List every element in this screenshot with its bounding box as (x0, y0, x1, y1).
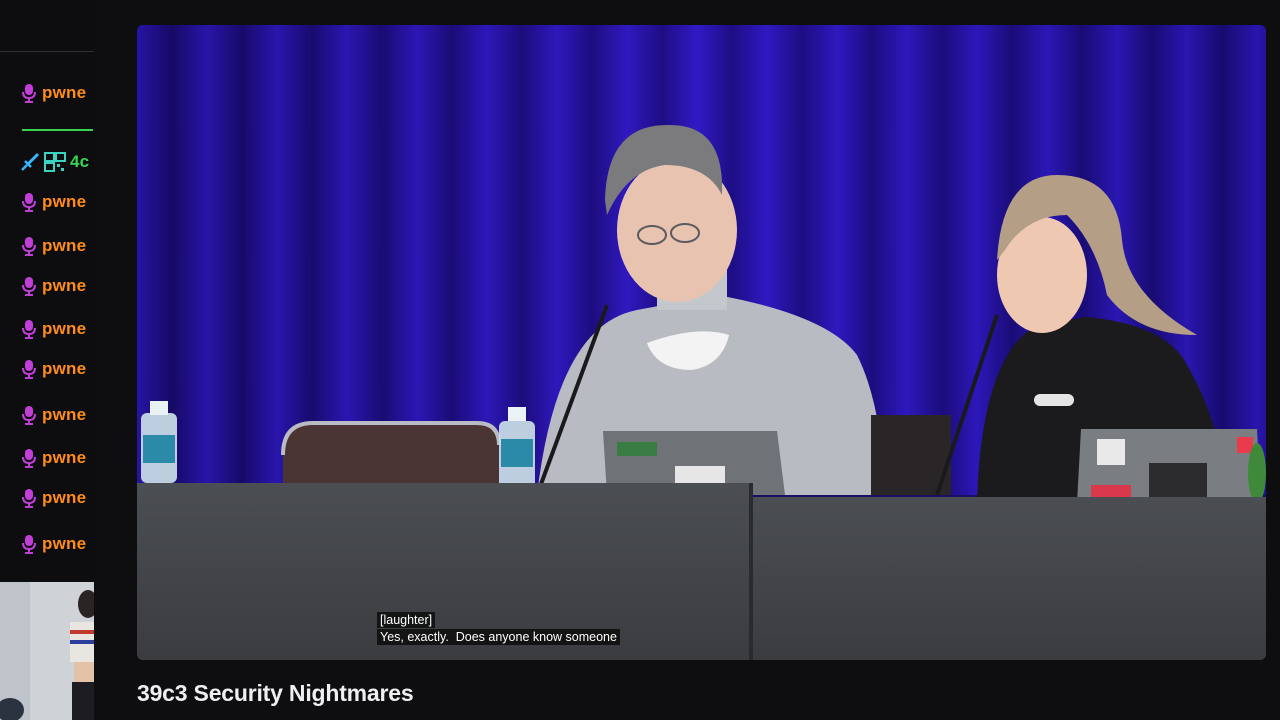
chat-message[interactable]: pwne (20, 318, 94, 340)
chat-username[interactable]: pwne (42, 236, 86, 256)
chat-username[interactable]: 4c (70, 152, 89, 172)
chat-username[interactable]: pwne (42, 83, 86, 103)
microphone-icon (22, 535, 36, 554)
caption-line: [laughter] (377, 612, 436, 628)
chat-message[interactable]: pwne (20, 487, 94, 509)
video-frame (137, 25, 1266, 660)
microphone-icon (22, 449, 36, 468)
video-title: 39c3 Security Nightmares (137, 680, 414, 706)
sword-icon (21, 152, 40, 171)
microphone-icon (22, 406, 36, 425)
chat-message[interactable]: pwne (20, 404, 94, 426)
chat-message[interactable]: 4c (20, 151, 94, 173)
microphone-icon (22, 320, 36, 339)
chat-divider (22, 129, 93, 131)
chat-message[interactable]: pwne (20, 447, 94, 469)
chat-username[interactable]: pwne (42, 534, 86, 554)
chat-username[interactable]: pwne (42, 192, 86, 212)
qr-code-icon (44, 152, 66, 172)
video-player[interactable]: [laughter] Yes, exactly. Does anyone kno… (137, 25, 1266, 660)
chat-panel: pwne 4c pwne pwne pwne pwne pwne pwne pw… (0, 0, 94, 582)
chat-message[interactable]: pwne (20, 235, 94, 257)
chat-message[interactable]: pwne (20, 191, 94, 213)
chat-divider-top (0, 51, 94, 52)
microphone-icon (22, 360, 36, 379)
chat-message[interactable]: pwne (20, 533, 94, 555)
chat-username[interactable]: pwne (42, 276, 86, 296)
chat-username[interactable]: pwne (42, 448, 86, 468)
captions: [laughter] Yes, exactly. Does anyone kno… (377, 612, 620, 645)
microphone-icon (22, 193, 36, 212)
microphone-icon (22, 489, 36, 508)
chat-username[interactable]: pwne (42, 488, 86, 508)
chat-username[interactable]: pwne (42, 359, 86, 379)
caption-line: Yes, exactly. Does anyone know someone (377, 629, 620, 645)
chat-message[interactable]: pwne (20, 82, 94, 104)
microphone-icon (22, 237, 36, 256)
chat-username[interactable]: pwne (42, 405, 86, 425)
webcam-feed (0, 582, 94, 720)
chat-message[interactable]: pwne (20, 358, 94, 380)
chat-username[interactable]: pwne (42, 319, 86, 339)
chat-message[interactable]: pwne (20, 275, 94, 297)
microphone-icon (22, 84, 36, 103)
webcam-overlay (0, 582, 94, 720)
microphone-icon (22, 277, 36, 296)
